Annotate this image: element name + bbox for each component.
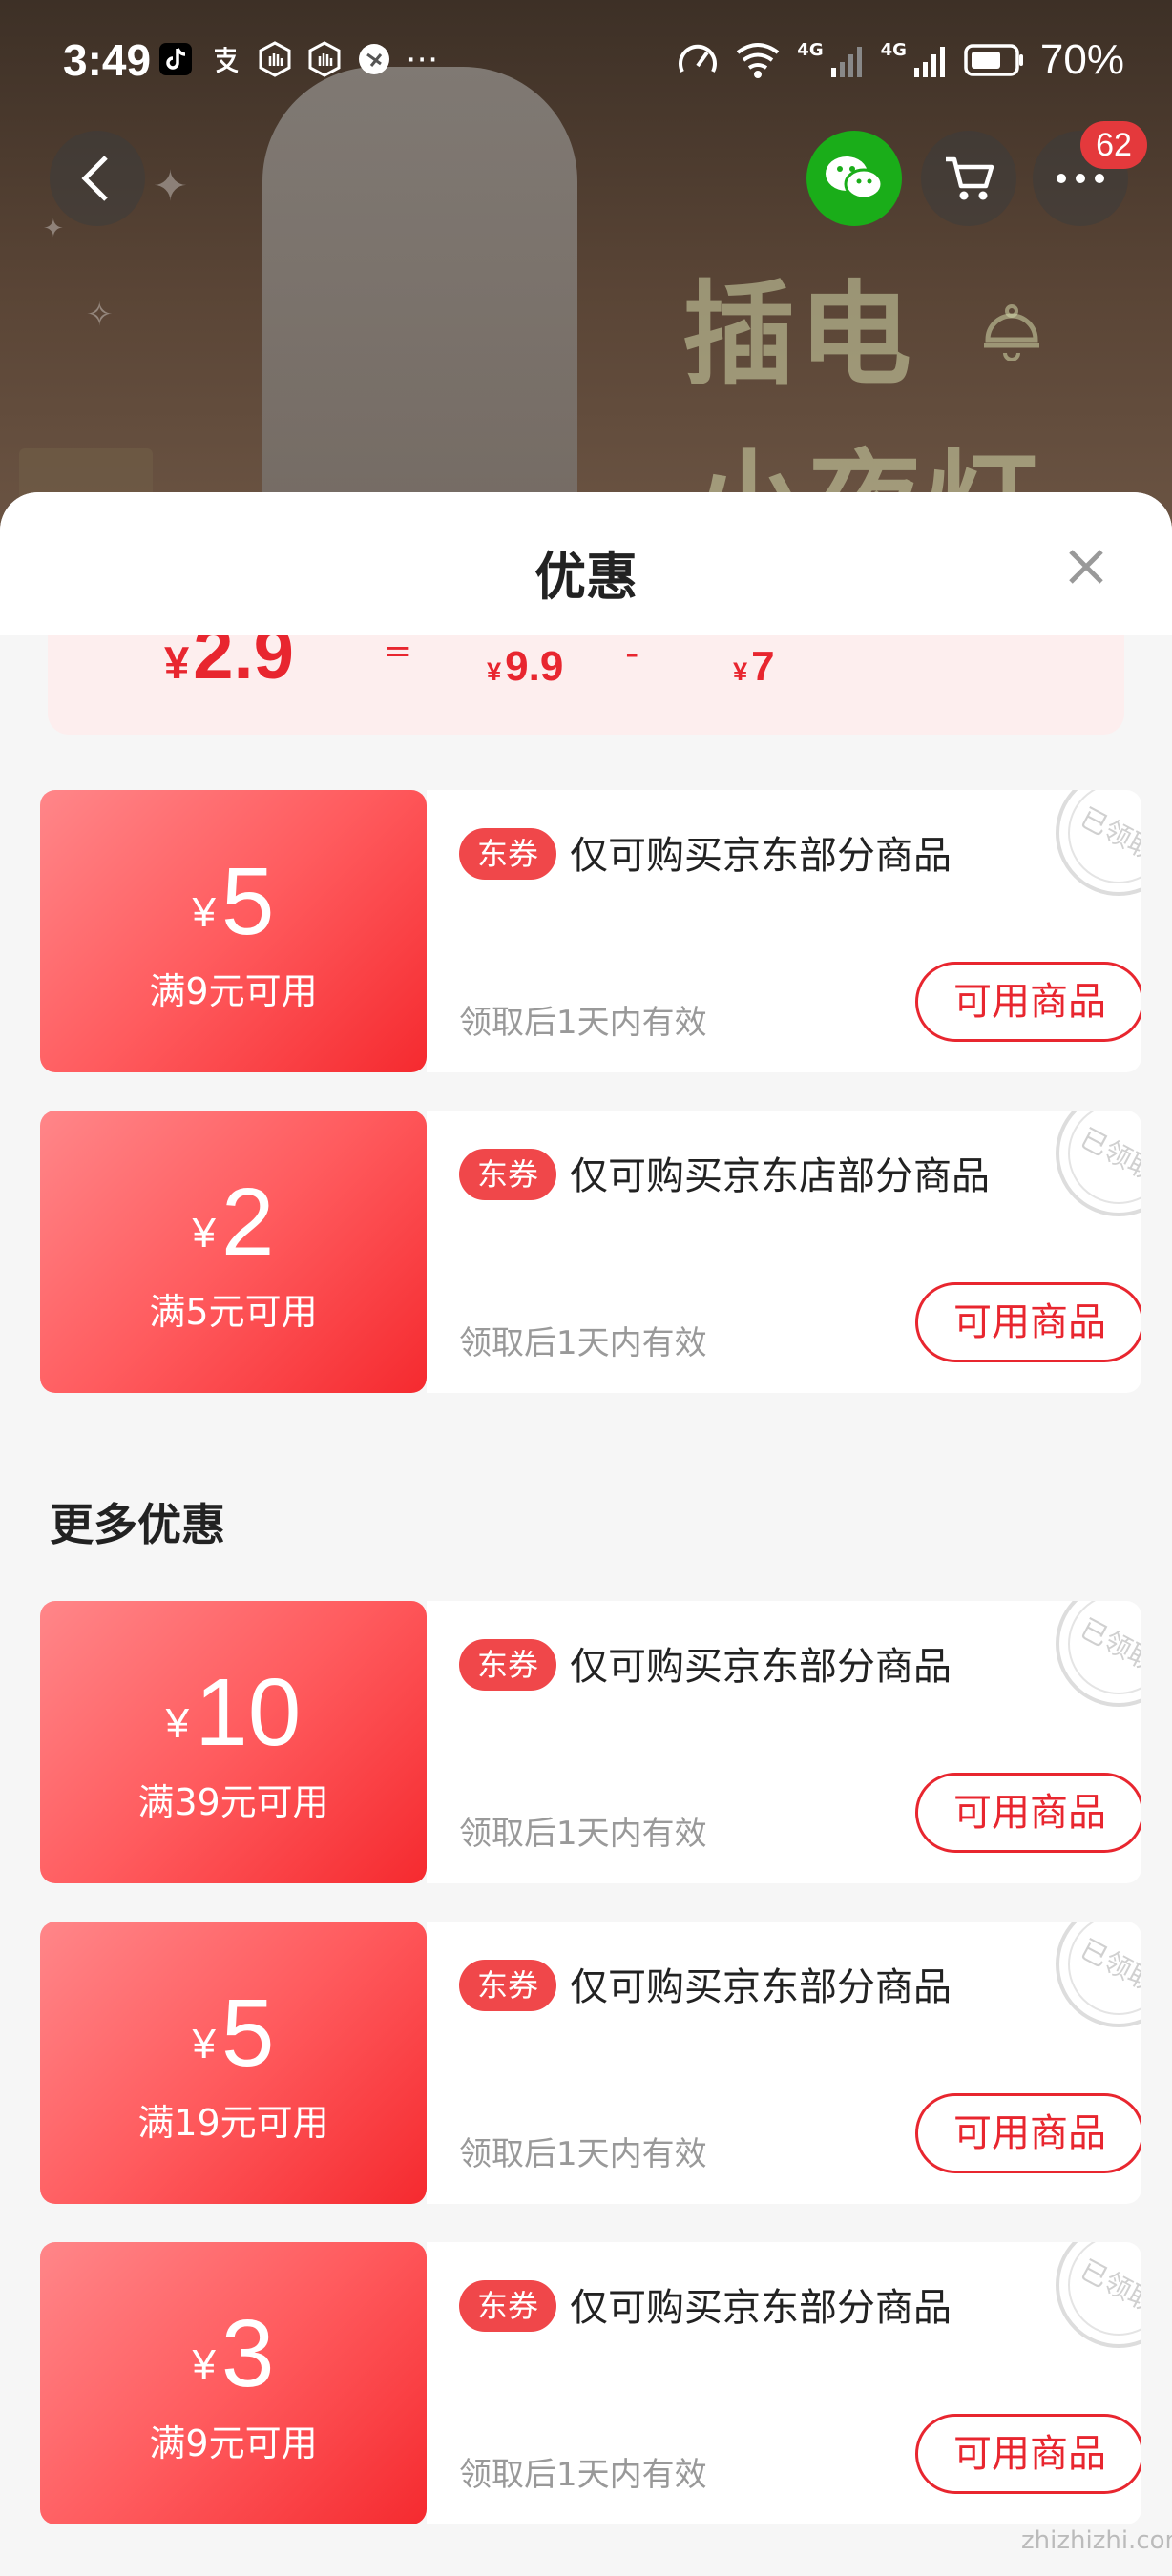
final-price: ¥2.9 [164,635,294,695]
claimed-stamp-icon: 已领取 [1056,2242,1141,2348]
claimed-stamp-icon: 已领取 [1056,1601,1141,1707]
coupon-amount: 5 [220,848,275,955]
coupon-card: ¥3 满9元可用 东券 仅可购买京东部分商品 领取后1天内有效 可用商品 已领取 [40,2242,1141,2524]
available-products-button[interactable]: 可用商品 [915,2414,1141,2494]
more-icon [1057,174,1104,183]
coupon-value: ¥10 满39元可用 [40,1601,427,1883]
coupon-amount: 5 [220,1980,275,2087]
coupon-amount: 2 [220,1169,275,1276]
coupon-value: ¥5 满9元可用 [40,790,427,1072]
coupon-card: ¥10 满39元可用 东券 仅可购买京东部分商品 领取后1天内有效 可用商品 已… [40,1601,1141,1883]
close-icon[interactable] [1059,540,1113,593]
available-products-button[interactable]: 可用商品 [915,1282,1141,1362]
coupon-amount: 10 [195,1659,302,1766]
promo-text-line1: 插电 [682,269,916,401]
coupon-details: 东券 仅可购买京东店部分商品 领取后1天内有效 可用商品 已领取 [427,1111,1141,1393]
sheet-title: 优惠 [534,547,638,607]
sparkle-icon: ✧ [86,296,114,334]
available-products-button[interactable]: 可用商品 [915,962,1141,1042]
coupon-tag: 东券 [459,1149,556,1200]
coupon-description: 仅可购买京东部分商品 [570,2286,952,2330]
watermark: zhizhizhi.com [1021,2526,1172,2555]
coupon-details: 东券 仅可购买京东部分商品 领取后1天内有效 可用商品 已领取 [427,1601,1141,1883]
more-offers-title: 更多优惠 [50,1499,225,1550]
back-icon [81,156,108,201]
coupon-validity: 领取后1天内有效 [459,2135,707,2173]
coupon-details: 东券 仅可购买京东部分商品 领取后1天内有效 可用商品 已领取 [427,790,1141,1072]
coupon-card: ¥5 满9元可用 东券 仅可购买京东部分商品 领取后1天内有效 可用商品 已领取 [40,790,1141,1072]
wifi-icon [737,43,780,78]
status-time: 3:49 [63,35,152,85]
coupon-description: 仅可购买京东部分商品 [570,1965,952,2009]
coupon-card: ¥2 满5元可用 东券 仅可购买京东店部分商品 领取后1天内有效 可用商品 已领… [40,1111,1141,1393]
coupon-condition: 满9元可用 [149,2422,318,2464]
app-notification-icon [359,44,389,74]
back-button[interactable] [50,131,145,226]
cart-icon [946,156,994,200]
svg-text:已领取: 已领取 [1075,1612,1141,1678]
original-price: ¥9.9 [487,643,564,690]
svg-text:已领取: 已领取 [1075,2254,1141,2319]
coupon-validity: 领取后1天内有效 [459,1815,707,1853]
hand-badge-icon [308,41,341,77]
svg-text:已领取: 已领取 [1075,1933,1141,1999]
coupon-condition: 满5元可用 [149,1291,318,1333]
cart-button[interactable] [921,131,1016,226]
svg-text:已领取: 已领取 [1075,1122,1141,1188]
coupon-details: 东券 仅可购买京东部分商品 领取后1天内有效 可用商品 已领取 [427,2242,1141,2524]
sheet-header: 优惠 [0,492,1172,635]
coupon-validity: 领取后1天内有效 [459,2456,707,2494]
claimed-stamp-icon: 已领取 [1056,790,1141,896]
wechat-share-button[interactable] [806,131,902,226]
network-label: 4G [880,39,907,60]
signal-icon [830,47,862,77]
coupon-tag: 东券 [459,1960,556,2011]
coupon-value: ¥2 满5元可用 [40,1111,427,1393]
status-right: 4G 4G 70% [677,36,1124,84]
coupon-validity: 领取后1天内有效 [459,1324,707,1362]
tiktok-icon [159,43,192,75]
coupon-tag: 东券 [459,828,556,880]
battery-percentage: 70% [1039,36,1124,83]
signal-icon [913,47,945,77]
available-products-button[interactable]: 可用商品 [915,1773,1141,1853]
coupon-validity: 领取后1天内有效 [459,1004,707,1042]
network-label: 4G [797,39,824,60]
coupon-card: ¥5 满19元可用 东券 仅可购买京东部分商品 领取后1天内有效 可用商品 已领… [40,1922,1141,2204]
coupon-description: 仅可购买京东店部分商品 [570,1154,990,1198]
wechat-icon [826,156,884,200]
svg-text:已领取: 已领取 [1075,801,1141,867]
alipay-icon [215,47,239,73]
available-products-button[interactable]: 可用商品 [915,2093,1141,2173]
sparkle-icon: ✦ [153,162,188,211]
equals-sign: = [384,635,413,671]
claimed-stamp-icon: 已领取 [1056,1111,1141,1216]
claimed-stamp-icon: 已领取 [1056,1922,1141,2027]
sparkle-icon: ✦ [43,215,64,243]
coupon-tag: 东券 [459,2280,556,2332]
coupon-condition: 满39元可用 [137,1781,329,1823]
coupon-value: ¥3 满9元可用 [40,2242,427,2524]
hand-badge-icon [259,41,291,77]
minus-sign: - [625,635,639,675]
price-summary: ¥2.9 = ¥9.9 - ¥7 [48,635,1124,735]
coupon-sheet: 优惠 ¥2.9 = ¥9.9 - ¥7 ¥5 满9元可用 东券 仅可购买京东部分… [0,492,1172,2576]
lamp-image [262,67,577,515]
speed-icon [679,44,718,73]
discount-amount: ¥7 [733,643,775,690]
notification-icons: ⋯ [157,40,438,78]
coupon-details: 东券 仅可购买京东部分商品 领取后1天内有效 可用商品 已领取 [427,1922,1141,2204]
status-bar: 3:49 ⋯ 4G 4G 70% [0,0,1172,114]
lamp-bell-icon [984,304,1039,361]
battery-icon [964,44,1023,76]
more-notifications-icon: ⋯ [406,40,438,78]
coupon-amount: 3 [220,2300,275,2407]
coupon-condition: 满9元可用 [149,970,318,1012]
coupon-condition: 满19元可用 [137,2102,329,2144]
coupon-value: ¥5 满19元可用 [40,1922,427,2204]
coupon-description: 仅可购买京东部分商品 [570,834,952,878]
coupon-tag: 东券 [459,1639,556,1691]
message-badge: 62 [1080,121,1147,169]
coupon-description: 仅可购买京东部分商品 [570,1645,952,1689]
